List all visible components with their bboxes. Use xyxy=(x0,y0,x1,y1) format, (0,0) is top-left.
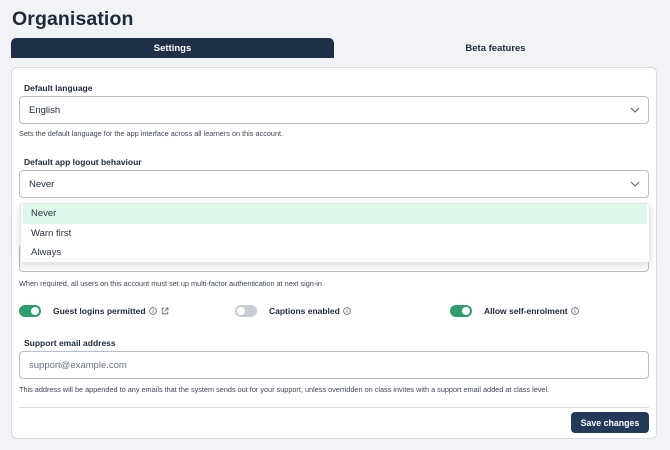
divider xyxy=(19,407,649,408)
tab-bar: Settings Beta features xyxy=(11,38,657,58)
support-email-help: This address will be appended to any ema… xyxy=(19,385,550,394)
dropdown-option-warn-first[interactable]: Warn first xyxy=(23,224,647,244)
self-enrolment-row: Allow self-enrolment xyxy=(450,305,579,317)
info-icon[interactable] xyxy=(148,307,157,315)
save-changes-button[interactable]: Save changes xyxy=(571,412,649,433)
toggle-knob xyxy=(31,307,39,315)
guest-logins-row: Guest logins permitted xyxy=(19,305,169,317)
support-email-input[interactable] xyxy=(19,351,649,379)
dropdown-option-never[interactable]: Never xyxy=(23,204,647,224)
default-language-select[interactable]: English xyxy=(19,96,649,124)
toggle-knob xyxy=(237,307,245,315)
tab-beta-features[interactable]: Beta features xyxy=(334,38,657,58)
info-icon[interactable] xyxy=(570,307,579,315)
support-email-label: Support email address xyxy=(24,338,116,348)
logout-behaviour-value: Never xyxy=(29,178,55,190)
page-title: Organisation xyxy=(12,8,134,30)
dropdown-option-always[interactable]: Always xyxy=(23,243,647,263)
default-language-label: Default language xyxy=(24,83,93,93)
mfa-help: When required, all users on this account… xyxy=(19,279,322,288)
self-enrolment-toggle[interactable] xyxy=(450,305,472,317)
captions-toggle[interactable] xyxy=(235,305,257,317)
default-language-value: English xyxy=(29,104,61,116)
info-icon[interactable] xyxy=(343,307,351,315)
toggle-knob xyxy=(462,307,470,315)
captions-row: Captions enabled xyxy=(235,305,351,317)
settings-panel: Default language English Sets the defaul… xyxy=(11,67,657,439)
guest-logins-label: Guest logins permitted xyxy=(53,306,146,316)
logout-behaviour-label: Default app logout behaviour xyxy=(24,157,142,167)
self-enrolment-label: Allow self-enrolment xyxy=(484,306,568,316)
logout-behaviour-dropdown: Never Warn first Always xyxy=(20,203,650,263)
captions-label: Captions enabled xyxy=(269,306,340,316)
external-link-icon[interactable] xyxy=(161,307,169,315)
guest-logins-toggle[interactable] xyxy=(19,305,41,317)
tab-settings[interactable]: Settings xyxy=(11,38,334,58)
logout-behaviour-select[interactable]: Never xyxy=(19,170,649,198)
chevron-down-icon xyxy=(630,181,640,187)
default-language-help: Sets the default language for the app in… xyxy=(19,129,284,138)
chevron-down-icon xyxy=(630,107,640,113)
